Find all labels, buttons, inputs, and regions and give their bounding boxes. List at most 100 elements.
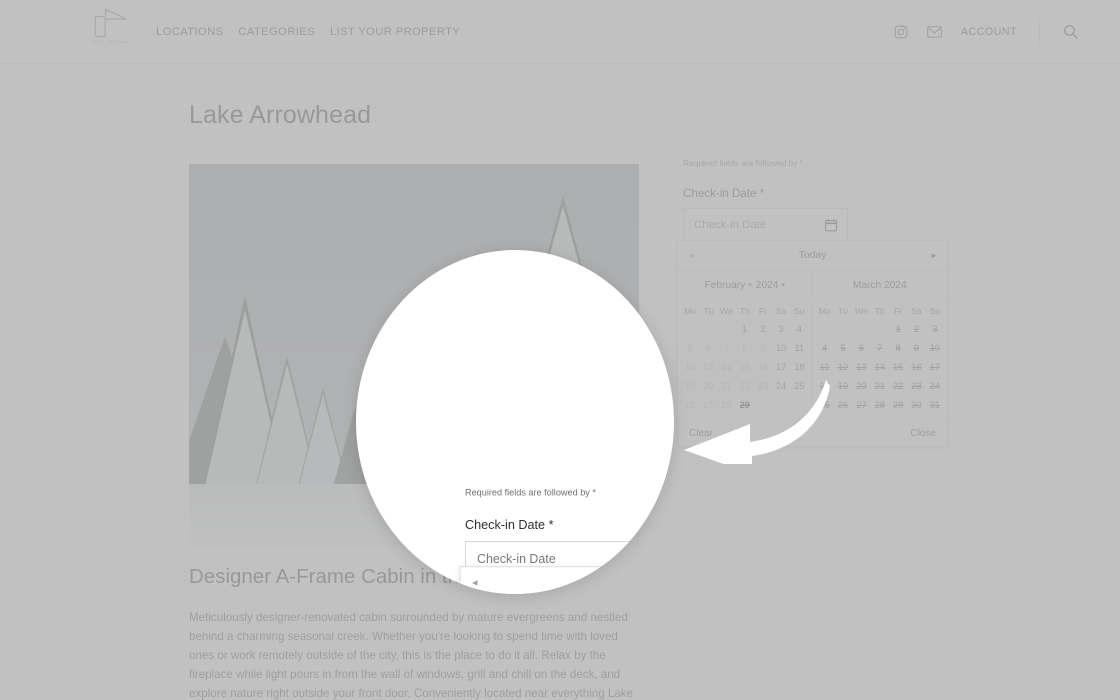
magnifier-content: Required fields are followed by * Check-… <box>356 250 674 594</box>
day-cell: 16 <box>911 361 922 372</box>
day-cell: 22 <box>892 380 904 391</box>
day-cell[interactable]: 10 <box>772 338 790 357</box>
day-cell: 6 <box>858 342 864 353</box>
day-cell[interactable]: 3 <box>772 319 790 338</box>
day-cell[interactable]: 11 <box>790 338 808 357</box>
day-cell: 4 <box>822 342 828 353</box>
house-arrow-logo[interactable]: BEST RENTALS <box>88 8 134 56</box>
day-cell[interactable]: 2 <box>753 319 773 338</box>
search-icon[interactable] <box>1062 24 1078 40</box>
day-of-week-header: Su <box>929 305 941 316</box>
magnified-datepicker-popup[interactable]: ◄ Today ► February ▾ 2024 ▾ <box>459 566 674 594</box>
day-cell[interactable]: 24 <box>772 376 790 395</box>
next-month-arrow[interactable]: ► <box>921 251 947 260</box>
day-cell: 12 <box>681 357 700 376</box>
day-cell: 17 <box>929 361 940 372</box>
header-divider <box>1039 18 1040 45</box>
day-of-week-header: We <box>855 305 868 316</box>
day-cell-empty <box>834 319 852 338</box>
instagram-icon[interactable] <box>893 24 909 40</box>
day-grid-left: Mo Tu We Th Fr Sa Su 1 2 3 4 5 6 7 8 9 10 11 12 13 14 15 16 17 1… <box>678 300 812 419</box>
day-of-week-header: Th <box>739 305 750 316</box>
month-select[interactable]: February ▾ <box>705 280 752 291</box>
nav-categories[interactable]: Categories <box>238 26 315 38</box>
day-cell: 14 <box>874 361 885 372</box>
calendar-icon[interactable] <box>825 218 837 231</box>
clear-button[interactable]: Clear <box>689 428 713 439</box>
account-link[interactable]: Account <box>961 26 1017 38</box>
year-select[interactable]: 2024 ▾ <box>756 280 785 291</box>
today-button[interactable]: Today <box>489 577 674 589</box>
day-cell: 23 <box>753 376 773 395</box>
day-cell: 5 <box>840 342 846 353</box>
day-cell: 31 <box>929 399 940 410</box>
day-cell: 14 <box>717 357 736 376</box>
day-cell: 2 <box>913 323 920 334</box>
datepicker-topbar: ◄ Today ► <box>678 241 947 271</box>
day-cell: 19 <box>681 376 700 395</box>
prev-month-arrow[interactable]: ◄ <box>461 578 489 588</box>
day-of-week-header: Sa <box>775 305 787 316</box>
checkin-date-input[interactable]: Check-in Date <box>683 208 848 241</box>
day-cell: 26 <box>681 395 700 414</box>
day-cell[interactable]: 18 <box>790 357 808 376</box>
datepicker-popup[interactable]: ◄ Today ► February ▾ 2024 ▾ Mo Tu We Th Fr Sa… <box>677 240 948 447</box>
envelope-icon[interactable] <box>927 24 943 40</box>
nav-locations[interactable]: Locations <box>156 26 223 38</box>
day-cell[interactable]: 1 <box>735 319 754 338</box>
month-panel-right: March 2024 Mo Tu We Th Fr Sa Su 1 2 3 4 5 6 7 8 9 10 11 12… <box>812 271 947 419</box>
day-cell: 22 <box>735 376 754 395</box>
day-cell: 28 <box>874 399 885 410</box>
required-fields-note: Required fields are followed by * <box>683 158 804 168</box>
day-cell[interactable]: 29 <box>736 395 754 414</box>
day-cell[interactable]: 17 <box>772 357 790 376</box>
checkin-date-placeholder: Check-in Date <box>694 218 767 231</box>
day-cell: 6 <box>699 338 718 357</box>
booking-form: Required fields are followed by * Check-… <box>683 158 951 241</box>
day-cell: 28 <box>717 395 736 414</box>
magnifier-inset: Required fields are followed by * Check-… <box>356 250 674 594</box>
page-root: BEST RENTALS Locations Categories List Y… <box>0 0 1120 700</box>
day-cell: 27 <box>856 399 867 410</box>
day-cell: 9 <box>913 342 920 353</box>
month-select-value: February <box>704 279 746 291</box>
calendar-icon[interactable] <box>619 552 633 566</box>
day-cell-empty <box>717 319 735 338</box>
day-cell: 30 <box>911 399 922 410</box>
site-header: BEST RENTALS Locations Categories List Y… <box>0 0 1120 64</box>
chevron-down-icon: ▾ <box>781 282 785 289</box>
checkin-date-label: Check-in Date * <box>465 518 554 533</box>
day-cell: 12 <box>837 361 849 372</box>
today-button[interactable]: Today <box>704 250 921 261</box>
month-header-left: February ▾ 2024 ▾ <box>678 271 812 300</box>
day-cell: 16 <box>753 357 773 376</box>
day-cell: 25 <box>819 399 830 410</box>
chevron-down-icon: ▾ <box>748 282 752 289</box>
day-cell: 21 <box>717 376 736 395</box>
day-cell: 13 <box>856 361 867 372</box>
day-cell: 19 <box>837 380 849 391</box>
day-cell: 9 <box>753 338 773 357</box>
day-cell-empty <box>871 319 889 338</box>
day-of-week-header: Fr <box>758 305 768 316</box>
day-cell: 10 <box>929 342 940 353</box>
nav-list-your-property[interactable]: List Your Property <box>330 26 460 38</box>
day-cell: 7 <box>717 338 736 357</box>
day-cell: 8 <box>735 338 754 357</box>
day-of-week-header: Tu <box>703 305 714 316</box>
month-panel-left: February ▾ 2024 ▾ Mo Tu We Th Fr Sa Su 1 2 3 4 5 6 7 8… <box>678 271 813 419</box>
day-cell: 27 <box>699 395 718 414</box>
datepicker-footer: Clear Close <box>678 419 947 446</box>
close-button[interactable]: Close <box>910 428 936 439</box>
day-cell[interactable]: 4 <box>790 319 808 338</box>
logo-subtitle: BEST RENTALS <box>91 39 131 44</box>
prev-month-arrow[interactable]: ◄ <box>678 251 704 260</box>
day-cell: 15 <box>892 361 904 372</box>
day-cell: 1 <box>895 323 901 334</box>
day-cell-empty <box>816 319 834 338</box>
year-select-value: 2024 <box>755 279 779 291</box>
day-cell[interactable]: 25 <box>790 376 808 395</box>
day-cell: 21 <box>874 380 885 391</box>
day-cell: 24 <box>929 380 940 391</box>
day-of-week-header: Tu <box>838 305 848 316</box>
